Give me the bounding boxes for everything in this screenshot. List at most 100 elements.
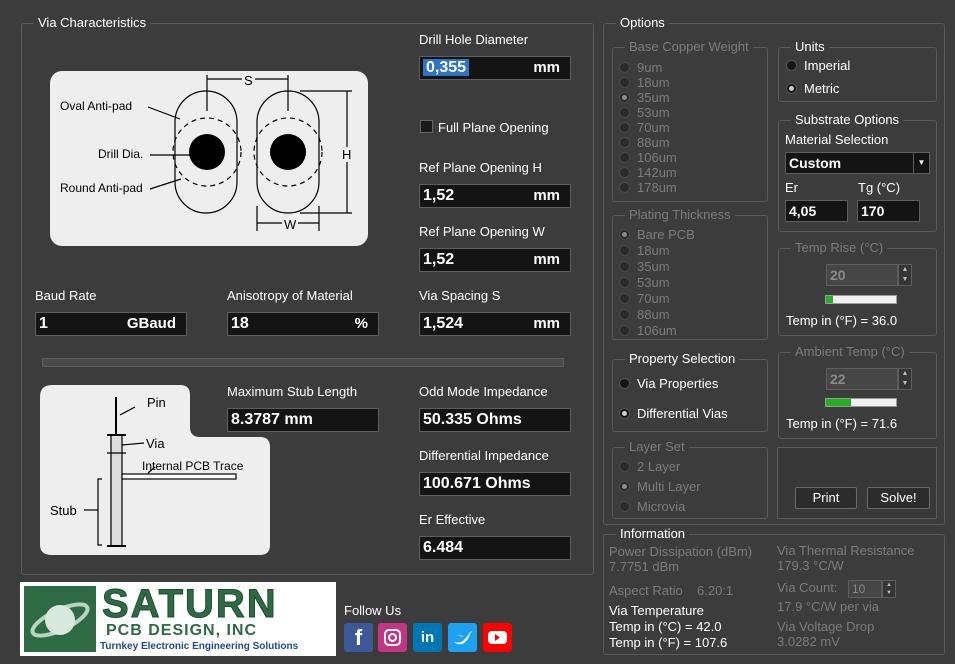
plating-53um[interactable]: 53um (619, 275, 670, 290)
copper-106um[interactable]: 106um (619, 150, 677, 165)
drill-hole-unit: mm (533, 59, 560, 76)
print-button[interactable]: Print (795, 487, 857, 509)
copper-18um-radio[interactable] (619, 77, 630, 88)
plating-70um[interactable]: 70um (619, 291, 670, 306)
full-plane-checkbox[interactable] (420, 120, 433, 133)
tg-input[interactable]: 170 (857, 200, 920, 222)
via-count-input[interactable]: 10 (848, 580, 882, 598)
diff-impedance-label: Differential Impedance (419, 448, 549, 463)
layer-micro[interactable]: Microvia (619, 499, 685, 514)
chevron-down-icon[interactable]: ▼ (913, 153, 929, 173)
layer-2-radio[interactable] (619, 461, 630, 472)
ambient-spinner[interactable]: ▲ ▼ (898, 368, 912, 390)
via-count-label: Via Count: (777, 580, 838, 595)
units-imperial-radio[interactable] (786, 60, 797, 71)
material-select[interactable]: Custom ▼ (785, 152, 930, 174)
via-spacing-input[interactable]: 1,524 mm (419, 312, 571, 336)
plating-18um-radio[interactable] (619, 245, 630, 256)
copper-53um[interactable]: 53um (619, 105, 670, 120)
er-value: 4,05 (789, 203, 817, 219)
property-via[interactable]: Via Properties (619, 376, 718, 391)
property-via-radio[interactable] (619, 378, 630, 389)
er-input[interactable]: 4,05 (785, 200, 848, 222)
plating-35um-radio[interactable] (619, 261, 630, 272)
layer-micro-radio[interactable] (619, 501, 630, 512)
temp-rise-spinner[interactable]: ▲ ▼ (898, 264, 912, 286)
copper-178um-radio[interactable] (619, 182, 630, 193)
diagram-h-label: H (342, 147, 352, 162)
saturn-logo: SATURN PCB DESIGN, INC Turnkey Electroni… (20, 582, 336, 656)
er-effective-label: Er Effective (419, 512, 486, 527)
copper-9um-radio[interactable] (619, 62, 630, 73)
logo-tagline: Turnkey Electronic Engineering Solutions (100, 641, 299, 652)
units-metric-radio[interactable] (786, 83, 797, 94)
thermal-label: Via Thermal Resistance (777, 543, 915, 558)
ambient-value: 22 (830, 371, 846, 387)
count-per-value: 17.9 °C/W per via (777, 599, 880, 614)
baud-rate-label: Baud Rate (35, 288, 97, 303)
drill-hole-input[interactable]: 0,355 mm (419, 56, 571, 80)
copper-70um-radio[interactable] (619, 122, 630, 133)
copper-88um-radio[interactable] (619, 137, 630, 148)
baud-rate-input[interactable]: 1 GBaud (35, 312, 187, 336)
facebook-icon[interactable]: f (344, 623, 373, 652)
thermal-value: 179.3 °C/W (777, 558, 844, 573)
copper-142um[interactable]: 142um (619, 165, 677, 180)
ambient-input[interactable]: 22 (826, 368, 898, 390)
anisotropy-input[interactable]: 18 % (227, 312, 379, 336)
plating-bare[interactable]: Bare PCB (619, 227, 695, 242)
voltage-drop-label: Via Voltage Drop (777, 619, 875, 634)
diagram-w-label: W (282, 217, 299, 232)
stub-pin-label: Pin (147, 395, 166, 410)
plating-88um[interactable]: 88um (619, 307, 670, 322)
plating-35um[interactable]: 35um (619, 259, 670, 274)
solve-button[interactable]: Solve! (867, 487, 930, 509)
ref-plane-w-unit: mm (533, 251, 560, 268)
copper-35um-radio[interactable] (619, 92, 630, 103)
property-diff-radio[interactable] (619, 408, 630, 419)
copper-88um[interactable]: 88um (619, 135, 670, 150)
tg-label: Tg (°C) (858, 180, 901, 195)
temp-rise-input[interactable]: 20 (826, 264, 898, 286)
ref-plane-h-value: 1,52 (423, 187, 455, 204)
units-imperial[interactable]: Imperial (786, 58, 850, 73)
copper-53um-radio[interactable] (619, 107, 630, 118)
layer-multi[interactable]: Multi Layer (619, 479, 701, 494)
copper-142um-radio[interactable] (619, 167, 630, 178)
twitter-icon[interactable] (448, 623, 477, 652)
copper-178um[interactable]: 178um (619, 180, 677, 195)
baud-rate-unit: GBaud (126, 315, 176, 332)
drill-hole-label: Drill Hole Diameter (419, 32, 529, 47)
ref-plane-h-input[interactable]: 1,52 mm (419, 184, 571, 208)
copper-18um[interactable]: 18um (619, 75, 670, 90)
youtube-icon[interactable] (483, 623, 512, 652)
instagram-icon[interactable] (378, 623, 407, 652)
units-title: Units (791, 39, 829, 55)
er-effective-value: 6.484 (423, 539, 464, 556)
stub-trace-label: Internal PCB Trace (142, 459, 244, 473)
full-plane-label[interactable]: Full Plane Opening (438, 120, 549, 135)
plating-88um-radio[interactable] (619, 309, 630, 320)
max-stub-output: 8.3787 mm (227, 408, 379, 432)
copper-70um[interactable]: 70um (619, 120, 670, 135)
plating-70um-radio[interactable] (619, 293, 630, 304)
via-spacing-unit: mm (533, 315, 560, 332)
property-diff[interactable]: Differential Vias (619, 406, 728, 421)
layer-2[interactable]: 2 Layer (619, 459, 680, 474)
ref-plane-w-input[interactable]: 1,52 mm (419, 248, 571, 272)
plating-18um[interactable]: 18um (619, 243, 670, 258)
plating-106um-radio[interactable] (619, 325, 630, 336)
plating-bare-radio[interactable] (619, 229, 630, 240)
units-metric[interactable]: Metric (786, 81, 839, 96)
ref-plane-w-label: Ref Plane Opening W (419, 224, 545, 239)
plating-53um-radio[interactable] (619, 277, 630, 288)
diagram-round-label: Round Anti-pad (60, 181, 143, 195)
layer-multi-radio[interactable] (619, 481, 630, 492)
copper-35um[interactable]: 35um (619, 90, 670, 105)
plating-106um[interactable]: 106um (619, 323, 677, 338)
via-count-spinner[interactable]: ▲ ▼ (882, 580, 896, 598)
saturn-logo-emblem (24, 586, 96, 652)
copper-9um[interactable]: 9um (619, 60, 662, 75)
copper-106um-radio[interactable] (619, 152, 630, 163)
linkedin-icon[interactable]: in (413, 623, 442, 652)
